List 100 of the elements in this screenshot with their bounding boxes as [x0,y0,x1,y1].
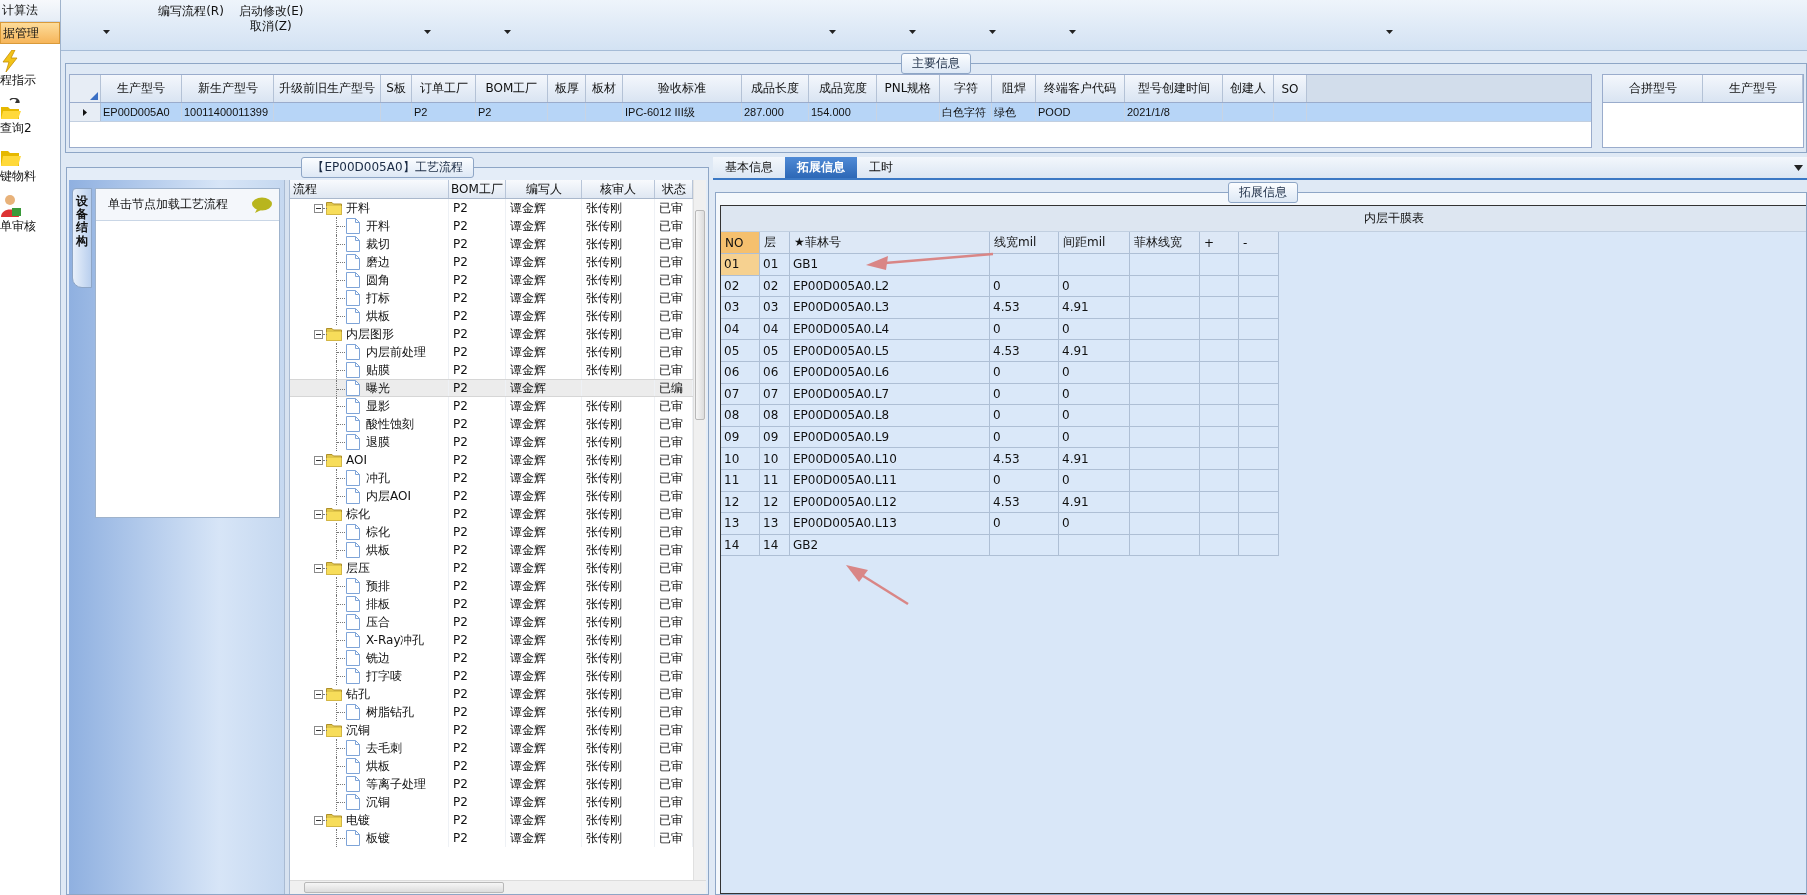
toolbar-button[interactable]: 编写流程(R) [156,0,226,19]
column-header[interactable]: - [1239,232,1279,254]
column-header[interactable]: 新生产型号 [182,75,274,102]
tree-row[interactable]: 打字唛 P2 谭金辉 张传刚 已审 [290,667,693,685]
sidebar-item[interactable]: 键物料 [0,140,60,188]
tree-row[interactable]: 内层前处理 P2 谭金辉 张传刚 已审 [290,343,693,361]
tree-row[interactable]: 烘板 P2 谭金辉 张传刚 已审 [290,307,693,325]
tree-row[interactable]: AOI P2 谭金辉 张传刚 已审 [290,451,693,469]
tree-row[interactable]: 棕化 P2 谭金辉 张传刚 已审 [290,523,693,541]
tree-row[interactable]: 内层图形 P2 谭金辉 张传刚 已审 [290,325,693,343]
expand-toggle[interactable] [314,689,323,699]
tree-row[interactable]: 曝光 P2 谭金辉 已编 [290,379,693,397]
tree-row[interactable]: 等离子处理 P2 谭金辉 张传刚 已审 [290,775,693,793]
tree-row[interactable]: 排板 P2 谭金辉 张传刚 已审 [290,595,693,613]
column-header[interactable]: 字符 [940,75,992,102]
tree-row[interactable]: 压合 P2 谭金辉 张传刚 已审 [290,613,693,631]
column-header[interactable]: 板厚 [548,75,586,102]
tab[interactable]: 基本信息 [713,157,785,178]
tree-row[interactable]: 显影 P2 谭金辉 张传刚 已审 [290,397,693,415]
toolbar-button[interactable]: 启动修改(E) 取消(Z) [236,0,306,34]
tree-row[interactable]: X-Ray冲孔 P2 谭金辉 张传刚 已审 [290,631,693,649]
column-header[interactable]: 合拼型号 [1603,75,1703,102]
column-header[interactable]: 核审人 [582,180,655,198]
tab[interactable]: 工时 [857,157,905,178]
column-header[interactable]: 板材 [586,75,623,102]
column-header[interactable]: 成品宽度 [809,75,877,102]
column-header[interactable]: 订单工厂 [412,75,476,102]
column-header[interactable]: BOM工厂 [449,180,506,198]
tree-row[interactable]: 沉铜 P2 谭金辉 张传刚 已审 [290,721,693,739]
table-row[interactable]: EP00D005A0 10011400011399 P2 P2 IPC-6012 III级 287.000 154.000 白色字符 绿色 POOD 2021/1/8 [70,103,1591,122]
column-header[interactable]: 间距mil [1059,232,1130,254]
column-header[interactable]: S板 [381,75,412,102]
tree-row[interactable]: 退膜 P2 谭金辉 张传刚 已审 [290,433,693,451]
column-header[interactable]: 生产型号 [1703,75,1803,102]
caret-icon[interactable] [1794,164,1803,171]
caret-icon[interactable] [1385,30,1393,34]
document-icon [346,578,360,594]
tree-row[interactable]: 裁切 P2 谭金辉 张传刚 已审 [290,235,693,253]
column-header[interactable]: 阻焊 [992,75,1036,102]
expand-toggle[interactable] [314,509,323,519]
tree-row[interactable]: 打标 P2 谭金辉 张传刚 已审 [290,289,693,307]
caret-icon[interactable] [988,30,996,34]
tree-row[interactable]: 沉铜 P2 谭金辉 张传刚 已审 [290,793,693,811]
sidebar-item[interactable]: 查询2 [0,92,60,140]
column-header[interactable]: 菲林线宽 [1130,232,1200,254]
column-header[interactable]: ★菲林号 [790,232,990,254]
column-header[interactable]: PNL规格 [877,75,940,102]
column-header[interactable]: 验收标准 [623,75,742,102]
caret-icon[interactable] [423,30,431,34]
tree-row[interactable]: 钻孔 P2 谭金辉 张传刚 已审 [290,685,693,703]
expand-toggle[interactable] [314,725,323,735]
sidebar-item[interactable]: 计算法 [0,0,60,22]
tab[interactable]: 拓展信息 [785,157,857,178]
column-header[interactable]: NO [721,232,760,254]
column-header[interactable]: 流程 [290,180,449,198]
column-header[interactable]: 线宽mil [990,232,1059,254]
tree-row[interactable]: 冲孔 P2 谭金辉 张传刚 已审 [290,469,693,487]
tree-row[interactable]: 酸性蚀刻 P2 谭金辉 张传刚 已审 [290,415,693,433]
column-header[interactable]: 升级前旧生产型号 [274,75,381,102]
tree-row[interactable]: 树脂钻孔 P2 谭金辉 张传刚 已审 [290,703,693,721]
tree-row[interactable]: 烘板 P2 谭金辉 张传刚 已审 [290,541,693,559]
tree-row[interactable]: 去毛刺 P2 谭金辉 张传刚 已审 [290,739,693,757]
table-cell: 13 [760,513,790,535]
column-header[interactable]: 层 [760,232,790,254]
sidebar-item[interactable]: 据管理 [0,22,60,44]
tree-row[interactable]: 内层AOI P2 谭金辉 张传刚 已审 [290,487,693,505]
column-header[interactable]: + [1200,232,1239,254]
column-header[interactable]: 型号创建时间 [1125,75,1223,102]
column-header[interactable]: 创建人 [1223,75,1274,102]
expand-toggle[interactable] [314,563,323,573]
tree-row[interactable]: 铣边 P2 谭金辉 张传刚 已审 [290,649,693,667]
tree-row[interactable]: 烘板 P2 谭金辉 张传刚 已审 [290,757,693,775]
expand-toggle[interactable] [314,329,323,339]
tree-row[interactable]: 棕化 P2 谭金辉 张传刚 已审 [290,505,693,523]
caret-icon[interactable] [102,30,110,34]
tree-row[interactable]: 电镀 P2 谭金辉 张传刚 已审 [290,811,693,829]
side-tab[interactable]: 设备结构 [72,188,92,288]
tree-row[interactable]: 板镀 P2 谭金辉 张传刚 已审 [290,829,693,847]
tree-row[interactable]: 开料 P2 谭金辉 张传刚 已审 [290,217,693,235]
column-header[interactable]: 编写人 [506,180,582,198]
horizontal-scrollbar[interactable] [290,880,706,894]
expand-toggle[interactable] [314,203,323,213]
tree-row[interactable]: 开料 P2 谭金辉 张传刚 已审 [290,199,693,217]
vertical-scrollbar[interactable] [693,180,706,880]
tree-row[interactable]: 圆角 P2 谭金辉 张传刚 已审 [290,271,693,289]
tree-row[interactable]: 层压 P2 谭金辉 张传刚 已审 [290,559,693,577]
column-header[interactable]: 生产型号 [101,75,182,102]
caret-icon[interactable] [503,30,511,34]
sidebar-item[interactable]: 单审核 [0,188,60,236]
expand-toggle[interactable] [314,815,323,825]
tree-row[interactable]: 磨边 P2 谭金辉 张传刚 已审 [290,253,693,271]
column-header[interactable]: 成品长度 [742,75,809,102]
tree-row[interactable]: 预排 P2 谭金辉 张传刚 已审 [290,577,693,595]
column-header[interactable]: BOM工厂 [476,75,548,102]
sidebar-item[interactable]: 程指示 [0,44,60,92]
caret-icon[interactable] [1068,30,1076,34]
column-header[interactable]: 终端客户代码 [1036,75,1125,102]
expand-toggle[interactable] [314,455,323,465]
caret-icon[interactable] [908,30,916,34]
caret-icon[interactable] [828,30,836,34]
